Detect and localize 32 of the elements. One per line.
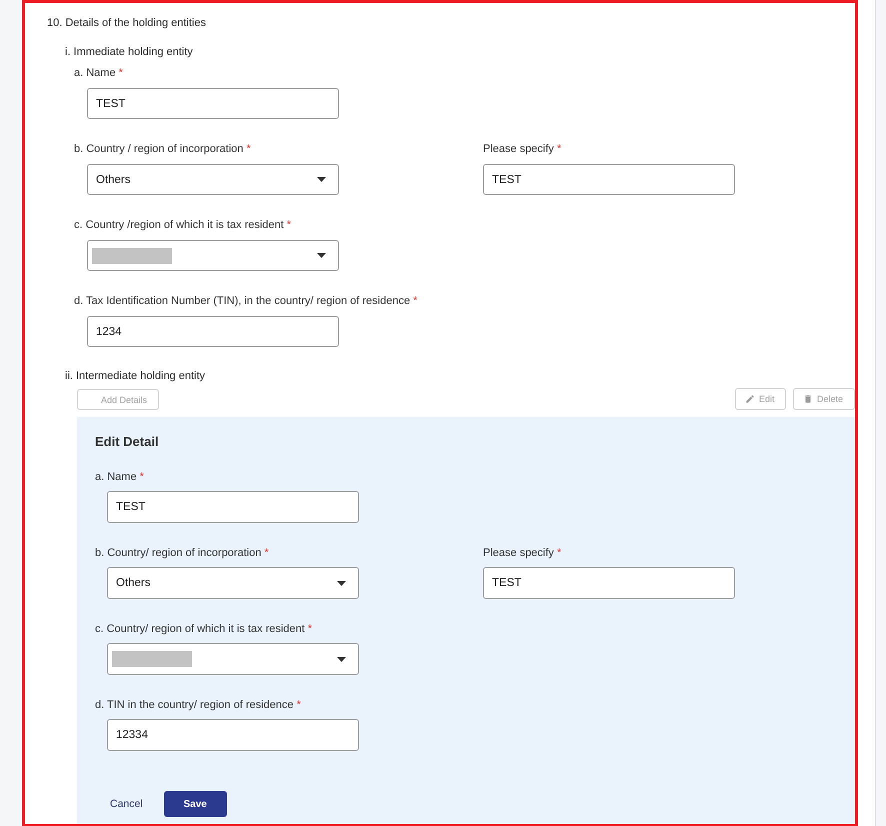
text-input[interactable]: 12334 [107,719,359,751]
section-title: 10. Details of the holding entities [47,16,206,30]
field-label: a. Name * [74,66,123,80]
text-input[interactable]: TEST [87,88,339,119]
field-label: Please specify * [483,546,562,560]
field-label: a. Name * [95,470,144,484]
field-label: b. Country / region of incorporation * [74,142,251,156]
text-input[interactable]: TEST [107,491,359,523]
field-label: d. TIN in the country/ region of residence * [95,698,301,712]
cancel-button[interactable]: Cancel [95,791,158,817]
field-label: d. Tax Identification Number (TIN), in the country/ region of residence * [74,294,418,308]
subsection-title: i. Immediate holding entity [65,45,193,59]
field-label: Please specify * [483,142,562,156]
text-input[interactable]: TEST [483,164,735,195]
caret-icon [317,177,326,182]
dropdown[interactable]: Others [107,567,359,599]
text-input[interactable]: 1234 [87,316,339,347]
dropdown[interactable] [87,240,339,271]
caret-icon [317,253,326,258]
text-input[interactable]: TEST [483,567,735,599]
dropdown[interactable]: Others [87,164,339,195]
trash-icon [803,394,813,404]
save-button[interactable]: Save [164,791,227,817]
panel-title: Edit Detail [95,433,159,451]
field-label: c. Country/ region of which it is tax resident * [95,622,312,636]
dropdown[interactable] [107,643,359,675]
field-label: b. Country/ region of incorporation * [95,546,269,560]
caret-icon [337,580,346,586]
field-label: c. Country /region of which it is tax resident * [74,218,292,232]
caret-icon [337,656,346,662]
pencil-icon [745,394,755,404]
subsection-title: ii. Intermediate holding entity [65,369,206,383]
